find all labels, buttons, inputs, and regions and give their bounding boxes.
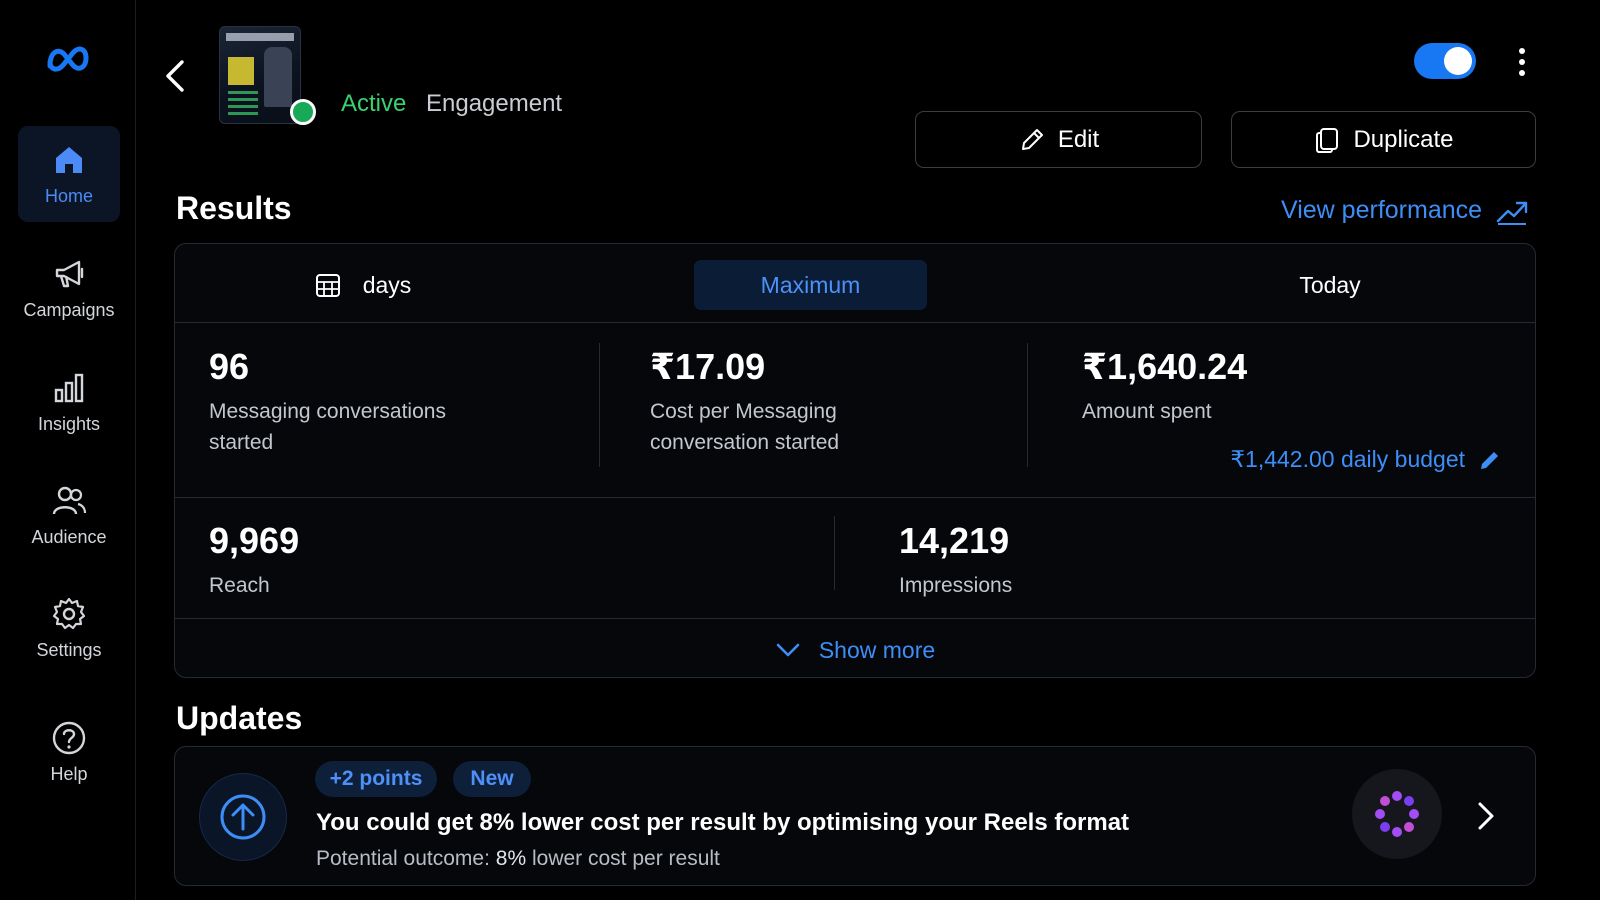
show-more-button[interactable]: Show more	[175, 629, 1535, 671]
updates-heading: Updates	[176, 700, 303, 736]
metric-value: ₹1,640.24	[1082, 346, 1248, 387]
sidebar-item-campaigns[interactable]: Campaigns	[18, 240, 120, 336]
results-heading: Results	[176, 190, 292, 226]
update-subtitle-suffix: lower cost per result	[531, 847, 720, 870]
campaign-status: Active	[341, 90, 407, 117]
metric-amount-spent: ₹1,640.24 Amount spent	[1082, 346, 1482, 427]
date-range-tabs: days Maximum Today	[175, 244, 1535, 323]
divider	[599, 343, 600, 467]
metric-label: Amount spent	[1082, 400, 1212, 423]
toggle-knob	[1444, 47, 1472, 75]
sidebar-item-home[interactable]: Home	[18, 126, 120, 222]
metric-value: 14,219	[899, 520, 1010, 561]
active-status-dot	[290, 99, 316, 125]
update-subtitle: Potential outcome: 8% lower cost per res…	[316, 847, 720, 871]
people-icon	[52, 486, 87, 514]
metric-value: ₹17.09	[650, 346, 766, 387]
metric-label: Reach	[209, 574, 270, 597]
megaphone-icon	[55, 260, 84, 287]
metric-label: Messaging conversations started	[209, 400, 446, 454]
show-more-label: Show more	[818, 636, 936, 663]
sidebar-item-settings[interactable]: Settings	[18, 580, 120, 676]
bar-chart-icon	[54, 373, 84, 402]
gear-icon	[52, 597, 86, 629]
metric-cost-per-conversation: ₹17.09 Cost per Messaging conversation s…	[650, 346, 910, 458]
back-chevron-icon[interactable]	[160, 56, 192, 96]
view-performance-link[interactable]: View performance	[1281, 196, 1528, 225]
daily-budget-label: ₹1,442.00 daily budget	[1230, 446, 1465, 472]
update-subtitle-prefix: Potential outcome:	[316, 847, 490, 870]
daily-budget-link[interactable]: ₹1,442.00 daily budget	[1230, 446, 1501, 473]
sidebar-item-label: Home	[44, 185, 93, 206]
sidebar: Home Campaigns Insights Audience Setting…	[0, 0, 136, 900]
edit-button-label: Edit	[1057, 125, 1100, 153]
arrow-up-circle-icon	[199, 773, 287, 861]
tab-today[interactable]: Today	[1275, 260, 1385, 310]
points-badge: +2 points	[315, 761, 437, 797]
metric-label: Cost per Messaging conversation started	[650, 400, 840, 454]
chevron-right-icon[interactable]	[1472, 799, 1498, 833]
sidebar-item-insights[interactable]: Insights	[18, 354, 120, 450]
duplicate-button-label: Duplicate	[1353, 125, 1454, 153]
divider	[175, 497, 1535, 498]
update-headline: You could get 8% lower cost per result b…	[316, 809, 1130, 836]
duplicate-icon	[1316, 127, 1339, 153]
help-icon	[52, 721, 86, 754]
update-subtitle-highlight: 8%	[495, 847, 527, 870]
home-icon	[56, 146, 82, 173]
divider	[1027, 343, 1028, 467]
meta-logo[interactable]	[44, 40, 92, 76]
sidebar-item-label: Settings	[36, 639, 102, 660]
campaign-toggle[interactable]	[1414, 43, 1476, 79]
sidebar-item-label: Help	[50, 763, 88, 784]
sidebar-item-label: Campaigns	[23, 299, 115, 320]
ad-thumbnail[interactable]	[219, 26, 301, 124]
sidebar-item-label: Insights	[37, 413, 101, 434]
campaign-objective: Engagement	[426, 90, 563, 117]
metric-reach: 9,969 Reach	[209, 520, 299, 601]
divider	[175, 618, 1535, 619]
view-performance-label: View performance	[1281, 196, 1483, 224]
metric-value: 96	[209, 346, 250, 387]
metric-label: Impressions	[899, 574, 1013, 597]
results-card: days Maximum Today 96 Messaging conversa…	[174, 243, 1536, 678]
tab-days-label: days	[362, 271, 412, 298]
sidebar-item-label: Audience	[31, 526, 107, 547]
sidebar-item-audience[interactable]: Audience	[18, 467, 120, 563]
tab-maximum[interactable]: Maximum	[694, 260, 927, 310]
tab-days[interactable]: days	[303, 260, 423, 310]
duplicate-button[interactable]: Duplicate	[1231, 111, 1536, 168]
chevron-down-icon	[776, 643, 800, 657]
metric-conversations: 96 Messaging conversations started	[209, 346, 509, 458]
calendar-icon	[315, 274, 340, 297]
edit-button[interactable]: Edit	[915, 111, 1202, 168]
pencil-icon	[1481, 451, 1498, 469]
metric-value: 9,969	[209, 520, 300, 561]
trend-up-icon	[1496, 201, 1528, 225]
divider	[834, 516, 835, 590]
update-recommendation-card[interactable]: +2 points New You could get 8% lower cos…	[174, 746, 1536, 886]
ai-sparkle-icon	[1352, 769, 1442, 859]
new-badge: New	[453, 761, 531, 797]
more-options-icon[interactable]	[1510, 44, 1534, 80]
pencil-icon	[1021, 128, 1043, 150]
metric-impressions: 14,219 Impressions	[899, 520, 1012, 601]
sidebar-item-help[interactable]: Help	[18, 704, 120, 800]
